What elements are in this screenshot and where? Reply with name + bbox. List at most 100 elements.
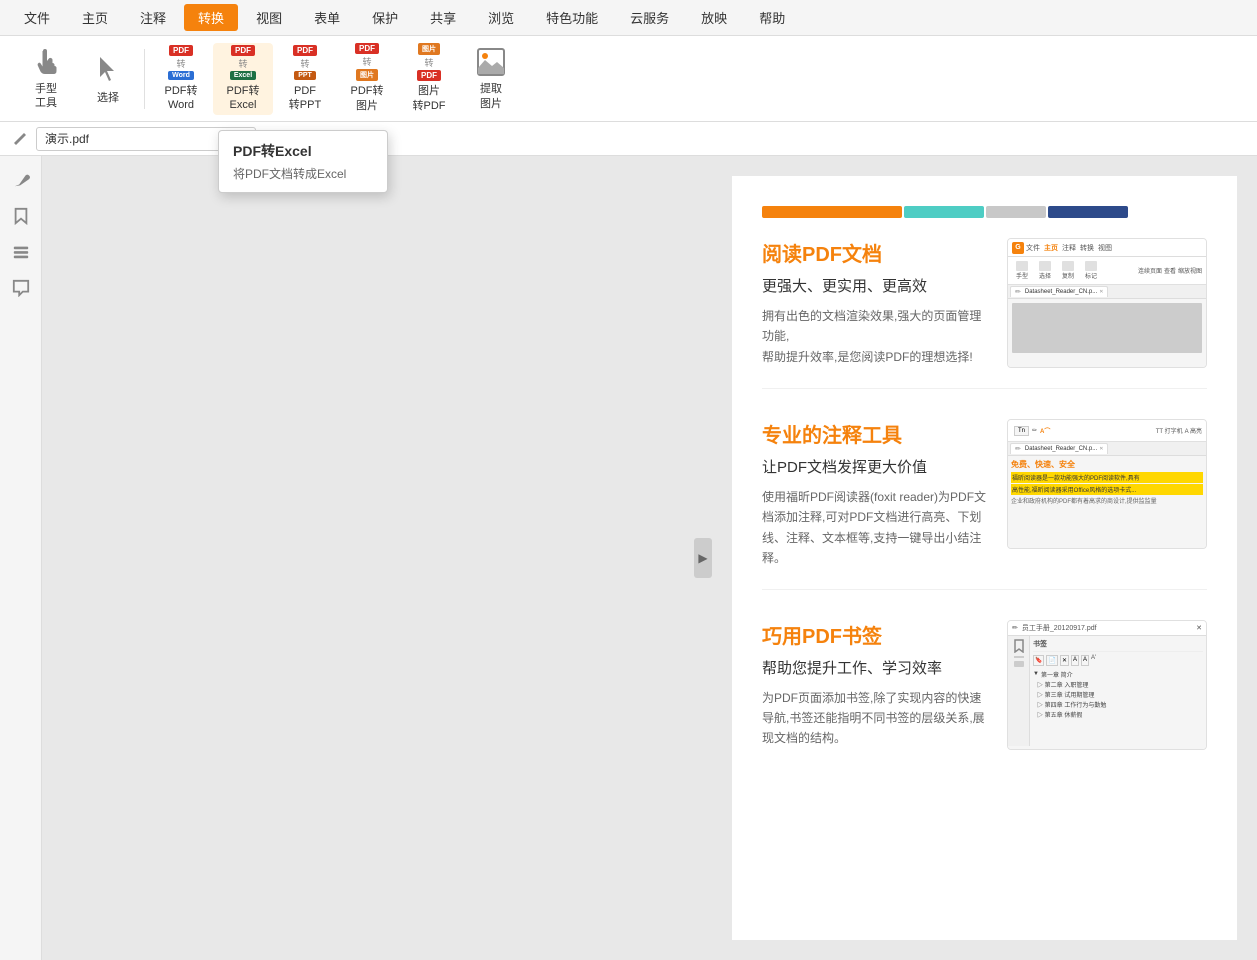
- mini-free-label: 免费、快速、安全: [1011, 459, 1203, 470]
- mini-annot-t: Tn: [1014, 426, 1029, 436]
- pdf-preview: 阅读PDF文档 更强大、更实用、更高效 拥有出色的文档渲染效果,强大的页面管理功…: [732, 176, 1237, 940]
- toolbar: 手型 工具 选择 PDF 转 Word PDF转 Word: [0, 36, 1257, 122]
- pdf-to-word-button[interactable]: PDF 转 Word PDF转 Word: [151, 43, 211, 115]
- menu-slideshow[interactable]: 放映: [687, 4, 741, 31]
- mini-bk-body: 书签 🔖 📄 ✕ A A A' ▼第一章: [1008, 636, 1206, 746]
- layers-icon: [12, 243, 30, 261]
- menu-cloud[interactable]: 云服务: [616, 4, 683, 31]
- topbar-gray: [986, 206, 1046, 218]
- pdf-bookmark-image: ✏ 员工手册_20120917.pdf ✕ 书签: [1007, 620, 1207, 750]
- menu-features[interactable]: 特色功能: [532, 4, 612, 31]
- select-tool-button[interactable]: 选择: [78, 43, 138, 115]
- menu-browse[interactable]: 浏览: [474, 4, 528, 31]
- extract-image-button[interactable]: 提取 图片: [461, 43, 521, 115]
- main-content: ▶ 阅读PDF文档 更强大、更实用、更高效 拥有出色的文档渲染效果,强大的页面管…: [42, 156, 1257, 960]
- pdf-section-annotate-text: 专业的注释工具 让PDF文档发挥更大价值 使用福昕PDF阅读器(foxit re…: [762, 419, 987, 569]
- tooltip-title: PDF转Excel: [233, 141, 373, 161]
- sidebar-layers-button[interactable]: [5, 236, 37, 268]
- menu-home[interactable]: 主页: [68, 4, 122, 31]
- image-to-pdf-icon: 图片 转 PDF: [411, 44, 447, 80]
- mini-bk-content: 书签 🔖 📄 ✕ A A A' ▼第一章: [1030, 636, 1206, 746]
- pen-icon: [12, 171, 30, 189]
- mini-bookmark-ui: ✏ 员工手册_20120917.pdf ✕ 书签: [1008, 621, 1206, 749]
- pdf-annotate-image: Tn ✏ A⌒ TT 打字机A 高亮 ✏ Datasheet_Reader_CN…: [1007, 419, 1207, 549]
- mini-header: G 文件主页注释转换视图: [1008, 239, 1206, 257]
- address-bar: [0, 122, 1257, 156]
- mini-copy-btn: 复制: [1058, 261, 1078, 280]
- pdf-section-bookmark-text: 巧用PDF书签 帮助您提升工作、学习效率 为PDF页面添加书签,除了实现内容的快…: [762, 620, 987, 750]
- mini-read-ui: G 文件主页注释转换视图 手型 选择: [1008, 239, 1206, 367]
- sidebar-bookmark-button[interactable]: [5, 200, 37, 232]
- mini-logo: G: [1012, 242, 1024, 254]
- menu-protect[interactable]: 保护: [358, 4, 412, 31]
- menu-convert[interactable]: 转换: [184, 4, 238, 31]
- menu-bar: 文件 主页 注释 转换 视图 表单 保护 共享 浏览 特色功能 云服务 放映 帮…: [0, 0, 1257, 36]
- pdf-read-subtitle: 更强大、更实用、更高效: [762, 275, 987, 296]
- hand-tool-button[interactable]: 手型 工具: [16, 43, 76, 115]
- comment-icon: [12, 279, 30, 297]
- mini-mark-btn: 标记: [1081, 261, 1101, 280]
- tooltip-description: 将PDF文档转成Excel: [233, 165, 373, 182]
- hand-tool-label: 手型 工具: [35, 82, 57, 111]
- pdf-to-ppt-icon: PDF 转 PPT: [287, 45, 323, 80]
- mini-bk-item-4: ▷ 第五章 休薪假: [1033, 710, 1203, 719]
- pdf-to-image-icon: PDF 转 图片: [349, 44, 385, 80]
- toolbar-divider-1: [144, 49, 145, 109]
- pdf-to-image-button[interactable]: PDF 转 图片 PDF转 图片: [337, 43, 397, 115]
- pdf-read-desc: 拥有出色的文档渲染效果,强大的页面管理功能,帮助提升效率,是您阅读PDF的理想选…: [762, 306, 987, 367]
- mini-toolbar: 手型 选择 复制 标记: [1008, 257, 1206, 285]
- image-to-pdf-label: 图片 转PDF: [413, 84, 446, 113]
- pdf-bookmark-subtitle: 帮助您提升工作、学习效率: [762, 657, 987, 678]
- pdf-to-ppt-button[interactable]: PDF 转 PPT PDF 转PPT: [275, 43, 335, 115]
- mini-tab-bar: ✏ Datasheet_Reader_CN.p... ✕: [1008, 285, 1206, 299]
- mini-select-btn: 选择: [1035, 261, 1055, 280]
- pdf-annotate-title: 专业的注释工具: [762, 419, 987, 448]
- mini-bk-sidebar: [1008, 636, 1030, 746]
- sidebar-pen-button[interactable]: [5, 164, 37, 196]
- menu-share[interactable]: 共享: [416, 4, 470, 31]
- topbar-orange: [762, 206, 902, 218]
- tooltip-box: PDF转Excel 将PDF文档转成Excel: [218, 130, 388, 193]
- menu-file[interactable]: 文件: [10, 4, 64, 31]
- left-sidebar: [0, 156, 42, 960]
- mini-bk-item-0: ▼第一章 简介: [1033, 670, 1203, 679]
- pdf-section-annotate: 专业的注释工具 让PDF文档发挥更大价值 使用福昕PDF阅读器(foxit re…: [762, 419, 1207, 590]
- mini-nav: 文件主页注释转换视图: [1026, 243, 1112, 253]
- pdf-to-word-icon: PDF 转 Word: [163, 45, 199, 80]
- pdf-to-excel-button[interactable]: PDF 转 Excel PDF转 Excel: [213, 43, 273, 115]
- mini-right-tools: 连续页面查看缩放视图: [1138, 266, 1202, 275]
- mini-doc-content: [1012, 303, 1202, 353]
- pdf-read-title: 阅读PDF文档: [762, 238, 987, 267]
- topbar-navy: [1048, 206, 1128, 218]
- mini-bk-label: 书签: [1033, 639, 1203, 652]
- mini-bk-icon2: [1014, 661, 1024, 667]
- mini-bk-header-bar: ✏ 员工手册_20120917.pdf ✕: [1008, 621, 1206, 636]
- pdf-section-read-text: 阅读PDF文档 更强大、更实用、更高效 拥有出色的文档渲染效果,强大的页面管理功…: [762, 238, 987, 368]
- mini-tab: ✏ Datasheet_Reader_CN.p... ✕: [1010, 286, 1108, 297]
- image-to-pdf-button[interactable]: 图片 转 PDF 图片 转PDF: [399, 43, 459, 115]
- menu-view[interactable]: 视图: [242, 4, 296, 31]
- mini-bk-toolbar: 🔖 📄 ✕ A A A': [1033, 655, 1203, 666]
- hand-tool-icon: [28, 47, 64, 78]
- pdf-to-word-label: PDF转 Word: [165, 84, 198, 113]
- mini-highlight-text2: 高性能,福昕阅读器采用Office风格的选项卡式...: [1011, 484, 1203, 495]
- mini-bk-tree: ▼第一章 简介 ▷ 第二章 入职管理 ▷ 第三章 试用期管理 ▷ 第四章 工作行…: [1033, 670, 1203, 719]
- mini-normal-text: 企业和政府机构的PDF都有着高求的商设计,提供监监量: [1011, 496, 1203, 505]
- edit-icon: [12, 131, 28, 147]
- mini-bk-item-1: ▷ 第二章 入职管理: [1033, 680, 1203, 689]
- mini-annot-edit-icon: ✏: [1032, 427, 1037, 434]
- collapse-button[interactable]: ▶: [694, 538, 712, 578]
- mini-hand-btn: 手型: [1012, 261, 1032, 280]
- mini-annot-tools: Tn ✏ A⌒: [1012, 426, 1052, 436]
- mini-annotate-ui: Tn ✏ A⌒ TT 打字机A 高亮 ✏ Datasheet_Reader_CN…: [1008, 420, 1206, 548]
- pdf-section-read: 阅读PDF文档 更强大、更实用、更高效 拥有出色的文档渲染效果,强大的页面管理功…: [762, 238, 1207, 389]
- pdf-bookmark-desc: 为PDF页面添加书签,除了实现内容的快速导航,书签还能指明不同书签的层级关系,展…: [762, 688, 987, 749]
- mini-highlight-text: 福昕阅读器是一款功能强大的PDF阅读软件,具有: [1011, 472, 1203, 483]
- mini-bk-icon: [1013, 639, 1025, 653]
- menu-form[interactable]: 表单: [300, 4, 354, 31]
- menu-annotate[interactable]: 注释: [126, 4, 180, 31]
- mini-bk-item-2: ▷ 第三章 试用期管理: [1033, 690, 1203, 699]
- menu-help[interactable]: 帮助: [745, 4, 799, 31]
- pdf-section-bookmark: 巧用PDF书签 帮助您提升工作、学习效率 为PDF页面添加书签,除了实现内容的快…: [762, 620, 1207, 770]
- sidebar-comment-button[interactable]: [5, 272, 37, 304]
